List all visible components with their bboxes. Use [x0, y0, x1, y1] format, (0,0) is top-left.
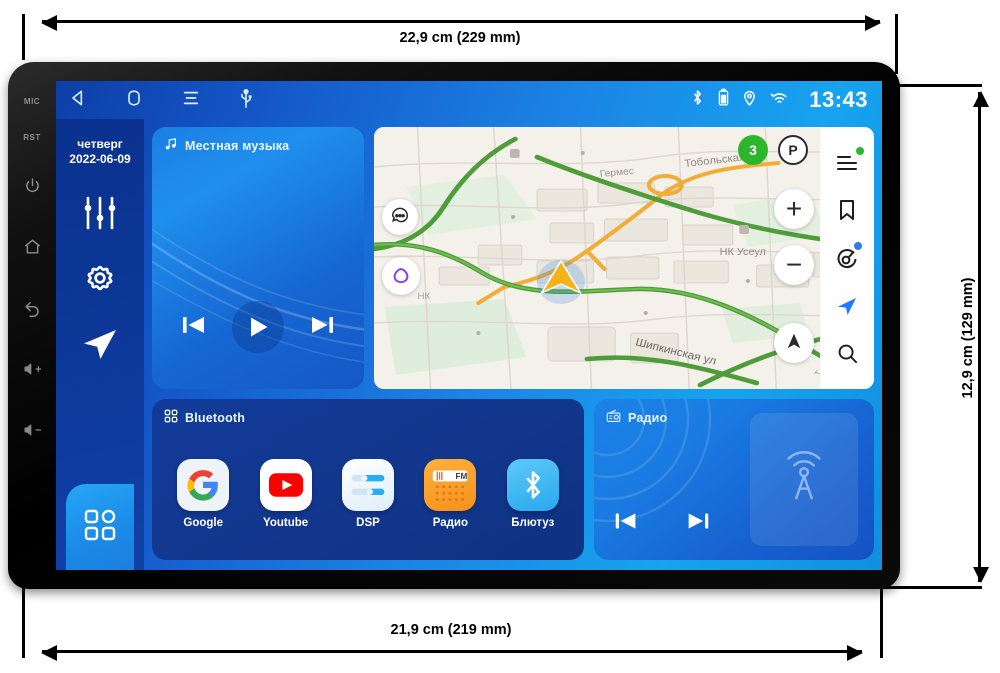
svg-text:FM: FM	[456, 472, 468, 481]
music-note-icon	[164, 137, 178, 154]
bottom-dimension-label: 21,9 cm (219 mm)	[390, 622, 512, 638]
power-icon[interactable]	[24, 156, 41, 215]
chat-bubble-button[interactable]	[382, 199, 418, 235]
radio-artwork	[750, 413, 858, 546]
discovery-notification-dot	[854, 241, 862, 250]
youtube-icon	[259, 458, 312, 511]
music-widget-card[interactable]: Местная музыка	[152, 127, 364, 389]
wifi-icon	[770, 90, 789, 111]
app-shortcut-bluetooth[interactable]: Блютуз	[501, 458, 565, 529]
bottom-dimension-arrow	[41, 645, 863, 661]
north-arrow-icon	[785, 332, 803, 355]
app-shortcut-google[interactable]: Google	[171, 458, 235, 529]
dsp-icon	[341, 458, 394, 511]
apps-card-title-row: Bluetooth	[164, 409, 245, 426]
back-icon[interactable]	[68, 88, 88, 113]
bottom-row: Bluetooth Google Youtube DSP FM Радио Бл…	[152, 399, 874, 560]
music-controls	[152, 301, 364, 353]
play-icon[interactable]	[231, 301, 284, 353]
equalizer-icon[interactable]	[81, 195, 119, 231]
mic-label: MIC	[23, 96, 41, 106]
app-label: Радио	[432, 516, 469, 529]
alice-assistant-button[interactable]	[382, 257, 420, 295]
volume-down-icon[interactable]	[23, 400, 42, 459]
apps-grid-icon	[164, 409, 178, 426]
app-label: Youtube	[263, 516, 309, 529]
app-shortcut-youtube[interactable]: Youtube	[254, 458, 318, 529]
reset-label: RST	[23, 132, 41, 142]
app-shortcut-radio[interactable]: FM Радио	[418, 458, 482, 529]
svg-text:НК Усеул: НК Усеул	[720, 247, 766, 258]
compass-button[interactable]	[774, 323, 814, 363]
apps-grid-icon	[83, 508, 117, 547]
right-dim-tick-top	[898, 84, 982, 87]
volume-up-icon[interactable]	[23, 339, 42, 398]
apps-widget-card[interactable]: Bluetooth Google Youtube DSP FM Радио Бл…	[152, 399, 584, 560]
right-dimension-label: 12,9 cm (129 mm)	[960, 277, 976, 399]
radio-card-title-row: Радио	[606, 409, 667, 426]
date-display: четверг 2022-06-09	[69, 137, 130, 167]
right-dim-tick-bottom	[880, 586, 982, 589]
radio-tower-icon	[773, 446, 835, 513]
next-icon[interactable]	[684, 507, 712, 540]
top-row: Местная музыка Гермес Тобольская ул НК У…	[152, 127, 874, 389]
google-icon	[177, 458, 230, 511]
head-unit-screen: 13:43 четверг 2022-06-09 Местная музыка …	[56, 81, 882, 570]
usb-icon[interactable]	[238, 88, 254, 113]
home-icon[interactable]	[124, 88, 144, 113]
settings-icon[interactable]	[81, 259, 119, 297]
top-dimension-arrow	[41, 15, 881, 31]
radio-icon: FM	[424, 458, 477, 511]
menu-notification-dot	[856, 146, 864, 155]
traffic-badge[interactable]: 3	[738, 135, 768, 165]
menu-icon[interactable]	[830, 146, 864, 180]
app-shortcut-row: Google Youtube DSP FM Радио Блютуз	[152, 433, 584, 554]
app-label: Google	[183, 516, 223, 529]
sidebar-item-apps[interactable]	[66, 484, 134, 570]
search-icon[interactable]	[830, 336, 864, 370]
bluetooth-icon	[691, 88, 704, 112]
radio-card-title: Радио	[628, 410, 668, 425]
status-bar: 13:43	[56, 81, 882, 119]
recents-icon[interactable]	[180, 89, 202, 112]
day-of-week: четверг	[77, 137, 123, 151]
map-widget-card[interactable]: Гермес Тобольская ул НК Усеул Шипкинская…	[374, 127, 874, 389]
zoom-in-button[interactable]: +	[774, 189, 814, 229]
device-left-bezel: MIC RST	[8, 62, 56, 589]
bookmark-icon[interactable]	[830, 193, 864, 227]
next-icon[interactable]	[307, 310, 337, 345]
music-card-title-row: Местная музыка	[164, 137, 289, 154]
app-shortcut-dsp[interactable]: DSP	[336, 458, 400, 529]
parking-badge[interactable]: P	[778, 135, 808, 165]
radio-controls	[612, 507, 712, 540]
zoom-out-button[interactable]: −	[774, 245, 814, 285]
map-toolbar	[820, 127, 874, 389]
home-content: Местная музыка Гермес Тобольская ул НК У…	[144, 119, 882, 570]
previous-icon[interactable]	[612, 507, 640, 540]
status-clock: 13:43	[809, 87, 868, 112]
car-head-unit-device: MIC RST 13:43 четверг 2022-06-09 Местная…	[8, 62, 900, 589]
radio-widget-card[interactable]: Радио	[594, 399, 874, 560]
discovery-icon[interactable]	[830, 241, 864, 275]
left-app-rail: четверг 2022-06-09	[56, 119, 144, 570]
bluetooth-icon	[506, 458, 559, 511]
previous-icon[interactable]	[179, 310, 209, 345]
top-dimension-label: 22,9 cm (229 mm)	[399, 30, 521, 46]
screenshot-root: 22,9 cm (229 mm) 12,9 cm (129 mm) 21,9 c…	[0, 0, 1000, 673]
app-label: DSP	[356, 516, 380, 529]
radio-device-icon	[606, 409, 621, 426]
app-label: Блютуз	[511, 516, 555, 529]
navigation-icon[interactable]	[80, 325, 120, 363]
right-dimension-arrow	[973, 91, 989, 583]
date-value: 2022-06-09	[69, 152, 131, 166]
music-card-title: Местная музыка	[185, 138, 290, 153]
svg-text:НК: НК	[417, 290, 430, 301]
apps-card-title: Bluetooth	[185, 410, 246, 425]
location-icon	[743, 89, 756, 112]
back-icon[interactable]	[23, 278, 42, 337]
navigate-arrow-icon[interactable]	[830, 289, 864, 323]
home-icon[interactable]	[23, 217, 42, 276]
battery-icon	[718, 88, 729, 112]
